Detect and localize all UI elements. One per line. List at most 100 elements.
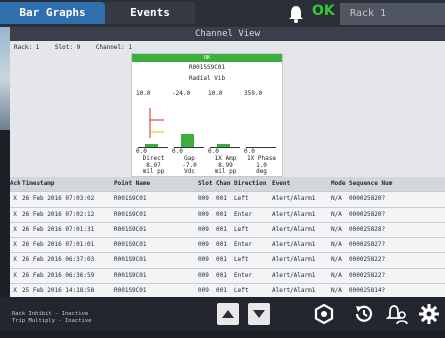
- cell-slot: 009: [198, 225, 209, 233]
- col-header-event[interactable]: Event: [270, 177, 329, 191]
- col-header-point-name[interactable]: Point Name: [112, 177, 196, 191]
- cell-point-name: R001S9C01: [114, 256, 147, 264]
- col-header-direction[interactable]: Direction: [232, 177, 270, 191]
- cell-slot: 009: [198, 195, 209, 203]
- cell-event: Alert/Alarm1: [272, 271, 316, 279]
- bar-label-unit: Vdc: [184, 168, 195, 175]
- col-header-slot[interactable]: Slot: [196, 177, 214, 191]
- tab-events[interactable]: Events: [105, 2, 195, 24]
- trip-multiply-status: Trip Multiply - Inactive: [12, 318, 92, 324]
- cell-sequence: 000025827?: [349, 241, 386, 249]
- cell-event: Alert/Alarm1: [272, 210, 316, 218]
- cell-point-name: R001S9C01: [114, 241, 147, 249]
- history-icon[interactable]: [353, 303, 375, 325]
- rack-title[interactable]: Rack 1: [340, 3, 445, 25]
- rack-inhibit-status: Rack Inhibit - Inactive: [12, 311, 89, 317]
- cell-point-name: R001S9C01: [114, 195, 147, 203]
- bar-label: Gap -7.0 Vdc: [172, 155, 207, 176]
- table-body: X 26 Feb 2016 07:03:02 R001S9C01 009 001 Left…: [10, 192, 445, 300]
- cell-point-name: R001S9C01: [114, 210, 147, 218]
- bar-max: -24.0: [172, 90, 191, 97]
- bar: [244, 98, 279, 148]
- cell-slot: 009: [198, 271, 209, 279]
- up-arrow-icon: [222, 310, 234, 318]
- cell-chan: 001: [216, 225, 227, 233]
- cell-mode: N/A: [331, 210, 342, 218]
- cell-event: Alert/Alarm1: [272, 256, 316, 264]
- cell-chan: 001: [216, 241, 227, 249]
- bar-graph-card[interactable]: OK R0015S9C01 Radial Vib 10.0 0.0 Direct…: [131, 53, 283, 177]
- cell-timestamp: 26 Feb 2016 07:01:01: [22, 241, 95, 249]
- card-category: Radial Vib: [188, 75, 226, 82]
- cell-point-name: R001S9C01: [114, 225, 147, 233]
- gear-icon[interactable]: [418, 303, 440, 325]
- ack-button[interactable]: X: [10, 223, 20, 237]
- events-table: Ack Timestamp Point Name Slot Chan Direc…: [10, 177, 445, 300]
- alarm-user-icon[interactable]: [386, 303, 408, 325]
- ack-button[interactable]: X: [10, 238, 20, 252]
- tab-bar-graphs[interactable]: Bar Graphs: [0, 2, 105, 24]
- card-point-name: R0015S9C01: [188, 64, 226, 71]
- ack-button[interactable]: X: [10, 192, 20, 206]
- bar: [172, 98, 207, 148]
- col-header-timestamp[interactable]: Timestamp: [20, 177, 112, 191]
- cell-mode: N/A: [331, 195, 342, 203]
- bar-fill: [181, 133, 194, 148]
- top-bar: Bar Graphs Events OK Rack 1: [0, 0, 445, 27]
- cell-chan: 001: [216, 271, 227, 279]
- cell-direction: Enter: [234, 241, 253, 249]
- bar-label-unit: mil pp: [142, 168, 165, 175]
- cell-mode: N/A: [331, 271, 342, 279]
- table-row[interactable]: X 26 Feb 2016 07:03:02 R001S9C01 009 001 Left…: [10, 192, 445, 208]
- col-header-ack[interactable]: Ack: [10, 177, 20, 191]
- table-row[interactable]: X 26 Feb 2016 07:01:01 R001S9C01 009 001 Ente…: [10, 238, 445, 254]
- rack-label: Rack: 1: [14, 44, 40, 51]
- table-header: Ack Timestamp Point Name Slot Chan Direc…: [10, 177, 445, 193]
- view-title: Channel View: [10, 27, 445, 41]
- cell-mode: N/A: [331, 256, 342, 264]
- table-row[interactable]: X 26 Feb 2016 06:36:59 R001S9C01 009 001 Ente…: [10, 268, 445, 285]
- col-header-sequence[interactable]: Sequence Num: [347, 177, 445, 191]
- cell-direction: Left: [234, 225, 249, 233]
- cell-event: Alert/Alarm1: [272, 241, 316, 249]
- cell-chan: 001: [216, 195, 227, 203]
- cell-direction: Left: [234, 256, 249, 264]
- cell-slot: 009: [198, 241, 209, 249]
- cell-timestamp: 26 Feb 2016 06:36:59: [22, 271, 95, 279]
- cell-point-name: R001S9C01: [114, 271, 147, 279]
- scroll-down-button[interactable]: [248, 303, 270, 325]
- cell-sequence: 000025822?: [349, 271, 386, 279]
- card-status-bar: OK: [132, 54, 282, 62]
- cell-chan: 001: [216, 210, 227, 218]
- bell-icon[interactable]: [286, 4, 306, 24]
- ack-button[interactable]: X: [10, 269, 20, 283]
- settings-hex-icon[interactable]: [313, 303, 335, 325]
- cell-mode: N/A: [331, 241, 342, 249]
- cell-chan: 001: [216, 256, 227, 264]
- slot-label: Slot: 9: [54, 44, 81, 51]
- bar-column-direct: 10.0 0.0 Direct 8.97 mil pp: [136, 90, 171, 175]
- cell-slot: 009: [198, 210, 209, 218]
- bar-min: 0.0: [208, 148, 219, 155]
- down-arrow-icon: [253, 310, 265, 318]
- cell-sequence: 000025822?: [349, 256, 386, 264]
- alarm-markers: [149, 108, 164, 138]
- col-header-chan[interactable]: Chan: [214, 177, 232, 191]
- table-row[interactable]: X 26 Feb 2016 07:01:31 R001S9C01 009 001 Left…: [10, 222, 445, 239]
- ack-button[interactable]: X: [10, 253, 20, 267]
- cell-direction: Left: [234, 195, 249, 203]
- ack-button[interactable]: X: [10, 208, 20, 222]
- cell-direction: Enter: [234, 271, 253, 279]
- bar-label: 1X Amp 8.99 mil pp: [208, 155, 243, 176]
- col-header-mode[interactable]: Mode: [329, 177, 347, 191]
- table-row[interactable]: X 26 Feb 2016 07:02:12 R001S9C01 009 001 Ente…: [10, 207, 445, 223]
- bar-max: 10.0: [136, 90, 151, 97]
- table-row[interactable]: X 26 Feb 2016 06:37:03 R001S9C01 009 001 Left…: [10, 253, 445, 269]
- bar-label-unit: mil pp: [214, 168, 237, 175]
- scroll-up-button[interactable]: [217, 303, 239, 325]
- bar-label-unit: deg: [256, 168, 267, 175]
- bar-column-1x-amp: 10.0 0.0 1X Amp 8.99 mil pp: [208, 90, 243, 175]
- cell-timestamp: 26 Feb 2016 07:03:02: [22, 195, 95, 203]
- cell-event: Alert/Alarm1: [272, 225, 316, 233]
- cell-sequence: 000025828?: [349, 225, 386, 233]
